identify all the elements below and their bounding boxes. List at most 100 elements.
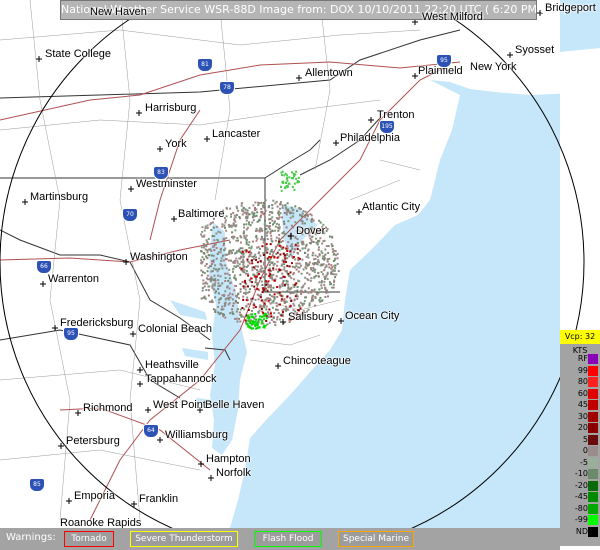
city-label-atlantic-city: Atlantic City	[362, 201, 421, 213]
city-label-west-point: West Point	[153, 399, 206, 411]
radar-map-frame: National Weather Service WSR-88D Image f…	[0, 0, 600, 550]
city-label-chincoteague: Chincoteague	[283, 355, 351, 367]
city-label-york: York	[165, 138, 187, 150]
city-label-richmond: Richmond	[83, 402, 133, 414]
city-label-allentown: Allentown	[305, 67, 353, 79]
city-label-west-milford: West Milford	[422, 11, 483, 23]
legend-row: 45	[560, 400, 600, 410]
city-label-baltimore: Baltimore	[178, 208, 225, 220]
highway-shield-78: 78	[219, 81, 235, 95]
legend-row: 80	[560, 377, 600, 387]
legend-value: -20	[574, 480, 588, 490]
highway-shield-83: 83	[153, 166, 169, 180]
legend-swatch	[588, 411, 598, 422]
legend-swatch	[588, 469, 598, 479]
legend-swatch	[588, 480, 598, 491]
legend-swatch	[588, 423, 598, 433]
city-label-syosset: Syosset	[515, 44, 555, 56]
city-label-ocean-city: Ocean City	[345, 310, 400, 322]
legend-swatch	[588, 515, 598, 525]
legend-row: -20	[560, 480, 600, 491]
velocity-legend: Vcp: 32 KTS RF 99 80 60 45 30 20 5 0 -5 -10 -20 -45-…	[560, 330, 600, 546]
city-label-franklin: Franklin	[139, 493, 179, 505]
city-label-new-york: New York	[470, 61, 517, 73]
city-label-bridgeport: Bridgeport	[545, 2, 596, 14]
city-label-norfolk: Norfolk	[216, 467, 251, 479]
legend-swatch	[588, 526, 598, 537]
legend-row: 20	[560, 423, 600, 433]
city-label-harrisburg: Harrisburg	[145, 102, 197, 114]
highway-shield-95: 95	[436, 54, 452, 68]
legend-swatch	[588, 457, 598, 468]
legend-row: 5	[560, 434, 600, 445]
city-label-colonial-beach: Colonial Beach	[138, 323, 212, 335]
city-label-tappahannock: Tappahannock	[145, 373, 217, 385]
legend-value: 0	[582, 446, 588, 455]
legend-row: 0	[560, 446, 600, 456]
highway-shield-85: 85	[29, 478, 45, 492]
highway-shield-95: 95	[63, 327, 79, 341]
legend-value: ND	[575, 526, 588, 536]
highway-shield-70: 70	[122, 208, 138, 222]
legend-row: 30	[560, 411, 600, 422]
city-label-petersburg: Petersburg	[66, 435, 120, 447]
city-label-dover: Dover	[296, 225, 326, 237]
city-label-westminster: Westminster	[136, 178, 197, 190]
highway-shield-81: 81	[197, 58, 213, 72]
city-label-salisbury: Salisbury	[288, 311, 334, 323]
legend-row: -45	[560, 492, 600, 502]
city-label-state-college: State College	[45, 48, 112, 60]
legend-value: -80	[574, 503, 588, 513]
legend-row: ND	[560, 526, 600, 537]
legend-value: -10	[574, 469, 588, 478]
legend-swatch	[588, 365, 598, 376]
warning-severe-thunderstorm-button[interactable]: Severe Thunderstorm	[130, 531, 238, 547]
city-label-lancaster: Lancaster	[212, 128, 261, 140]
warning-special-marine-button[interactable]: Special Marine	[338, 531, 414, 547]
legend-row: -10	[560, 469, 600, 479]
legend-value: 45	[577, 400, 588, 409]
legend-swatch	[588, 434, 598, 445]
city-label-williamsburg: Williamsburg	[165, 429, 228, 441]
legend-row: -99	[560, 515, 600, 525]
warning-tornado-button[interactable]: Tornado	[64, 531, 114, 547]
legend-swatch	[588, 446, 598, 456]
highway-shield-66: 66	[36, 260, 52, 274]
warning-flash-flood-button[interactable]: Flash Flood	[254, 531, 322, 547]
legend-value: -45	[574, 492, 588, 501]
legend-title: Vcp: 32	[560, 330, 600, 344]
legend-row: RF	[560, 354, 600, 364]
legend-value: -5	[580, 457, 588, 467]
city-label-hampton: Hampton	[206, 453, 251, 465]
warnings-label: Warnings:	[6, 532, 56, 543]
legend-value: 20	[577, 423, 588, 432]
legend-swatch	[588, 503, 598, 514]
legend-value: 80	[577, 377, 588, 386]
highway-shield-195: 195	[379, 120, 395, 134]
legend-value: 30	[577, 411, 588, 421]
legend-row: -5	[560, 457, 600, 468]
ocean	[230, 0, 600, 528]
legend-value: -99	[574, 515, 588, 524]
city-label-warrenton: Warrenton	[48, 273, 99, 285]
city-label-martinsburg: Martinsburg	[30, 191, 89, 203]
legend-swatch	[588, 388, 598, 399]
legend-row: 99	[560, 365, 600, 376]
city-label-belle-haven: Belle Haven	[205, 399, 265, 411]
legend-swatch	[588, 354, 598, 364]
warnings-bar: Warnings: Tornado Severe Thunderstorm Flas…	[0, 528, 560, 550]
city-label-philadelphia: Philadelphia	[340, 132, 400, 144]
legend-value: 5	[582, 434, 588, 444]
city-label-emporia: Emporia	[74, 490, 115, 502]
legend-row: -80	[560, 503, 600, 514]
legend-swatch	[588, 492, 598, 502]
legend-value: 60	[577, 388, 588, 398]
legend-row: 60	[560, 388, 600, 399]
legend-swatch	[588, 377, 598, 387]
city-label-washington: Washington	[130, 251, 188, 263]
legend-value: 99	[577, 365, 588, 375]
city-label-new-haven: New Haven	[90, 6, 147, 18]
legend-swatch	[588, 400, 598, 410]
legend-value: RF	[577, 354, 588, 363]
city-label-heathsville: Heathsville	[145, 359, 199, 371]
